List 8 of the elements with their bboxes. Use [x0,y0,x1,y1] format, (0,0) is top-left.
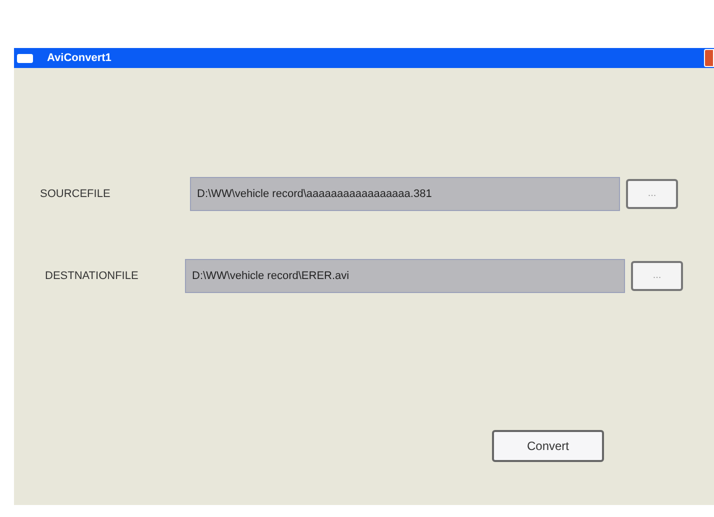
field-label: DESTNATIONFILE [45,268,140,284]
path-field[interactable]: D:\WW\vehicle record\aaaaaaaaaaaaaaaaa.381 [190,177,620,211]
convert-button[interactable]: Convert [492,430,604,462]
path-field[interactable]: D:\WW\vehicle record\ERER.avi [185,259,625,293]
field-label: SOURCEFILE [40,186,112,202]
window-title: AviConvert1 [47,50,112,66]
window-icon [17,54,33,62]
close-button[interactable] [704,49,714,67]
